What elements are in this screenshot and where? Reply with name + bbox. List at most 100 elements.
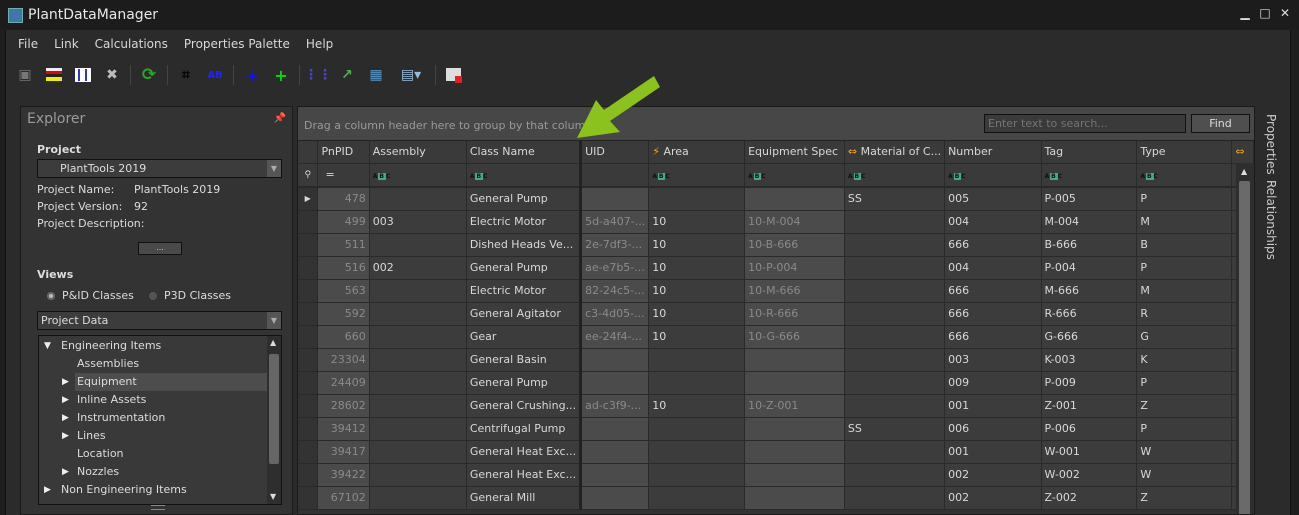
- table-cell[interactable]: P: [1136, 417, 1233, 441]
- import-icon[interactable]: ▦: [365, 65, 387, 85]
- menu-help[interactable]: Help: [298, 36, 341, 52]
- table-cell[interactable]: [844, 279, 946, 303]
- table-cell[interactable]: B-666: [1041, 233, 1138, 257]
- table-cell[interactable]: 563: [317, 279, 370, 303]
- table-cell[interactable]: G: [1136, 325, 1233, 349]
- more-button[interactable]: ...: [138, 242, 182, 255]
- table-cell[interactable]: Dished Heads Ve...: [466, 233, 582, 257]
- table-cell[interactable]: 28602: [317, 394, 370, 418]
- tree-item[interactable]: Assemblies: [75, 355, 267, 373]
- table-cell[interactable]: Z: [1136, 486, 1233, 510]
- close-button[interactable]: ✕: [1279, 7, 1291, 19]
- column-header[interactable]: Number: [944, 141, 1042, 164]
- row-indicator[interactable]: [298, 302, 319, 326]
- table-cell[interactable]: 666: [944, 279, 1042, 303]
- table-cell[interactable]: [844, 348, 946, 372]
- table-cell[interactable]: [648, 440, 746, 464]
- table-cell[interactable]: P: [1136, 187, 1233, 211]
- table-cell[interactable]: [369, 394, 467, 418]
- table-cell[interactable]: [579, 463, 650, 487]
- table-cell[interactable]: M-004: [1041, 210, 1138, 234]
- refresh-icon[interactable]: ⟳: [138, 65, 160, 85]
- table-cell[interactable]: M: [1136, 210, 1233, 234]
- table-row[interactable]: 39422 General Heat Exc... 002 W-002 W: [298, 463, 1254, 487]
- table-cell[interactable]: [369, 371, 467, 395]
- filter-cell[interactable]: ABC: [1041, 163, 1138, 188]
- resize-grip[interactable]: [151, 505, 165, 510]
- tree-item[interactable]: ▶ Non Engineering Items: [39, 481, 265, 499]
- table-cell[interactable]: 10: [648, 233, 746, 257]
- menu-properties-palette[interactable]: Properties Palette: [176, 36, 298, 52]
- find-button[interactable]: Find: [1191, 114, 1250, 133]
- table-cell[interactable]: Z-001: [1041, 394, 1138, 418]
- filter-cell[interactable]: ABC: [369, 163, 467, 188]
- table-cell[interactable]: 10-B-666: [744, 233, 845, 257]
- table-cell[interactable]: 39417: [317, 440, 370, 464]
- table-cell[interactable]: [369, 417, 467, 441]
- row-indicator[interactable]: [298, 371, 319, 395]
- color-rows-icon[interactable]: [43, 65, 65, 85]
- table-cell[interactable]: [369, 279, 467, 303]
- row-indicator[interactable]: [298, 440, 319, 464]
- table-cell[interactable]: K: [1136, 348, 1233, 372]
- row-indicator[interactable]: [298, 233, 319, 257]
- table-cell[interactable]: [844, 440, 946, 464]
- table-cell[interactable]: General Heat Exc...: [466, 440, 582, 464]
- tree-scrollbar[interactable]: ▲ ▼: [267, 336, 281, 504]
- table-cell[interactable]: 82-24c5-...: [579, 279, 650, 303]
- table-cell[interactable]: General Agitator: [466, 302, 582, 326]
- table-cell[interactable]: [844, 210, 946, 234]
- tree-item[interactable]: ▶ Instrumentation: [62, 409, 267, 427]
- table-cell[interactable]: W-002: [1041, 463, 1138, 487]
- table-cell[interactable]: 002: [944, 463, 1042, 487]
- maximize-button[interactable]: □: [1259, 7, 1271, 19]
- grid-scrollbar[interactable]: ▲: [1236, 163, 1254, 514]
- table-cell[interactable]: General Pump: [466, 371, 582, 395]
- menu-link[interactable]: Link: [46, 36, 87, 52]
- table-row[interactable]: 23304 General Basin 003 K-003 K: [298, 348, 1254, 372]
- find-replace-icon[interactable]: AB: [204, 65, 226, 85]
- table-cell[interactable]: 10: [648, 325, 746, 349]
- scroll-thumb[interactable]: [269, 354, 279, 464]
- table-row[interactable]: 67102 General Mill 002 Z-002 Z: [298, 486, 1254, 510]
- table-row[interactable]: 24409 General Pump 009 P-009 P: [298, 371, 1254, 395]
- table-cell[interactable]: [369, 187, 467, 211]
- table-cell[interactable]: 39412: [317, 417, 370, 441]
- tab-relationships[interactable]: Relationships: [1264, 180, 1278, 260]
- table-cell[interactable]: 003: [944, 348, 1042, 372]
- table-cell[interactable]: P-004: [1041, 256, 1138, 280]
- table-cell[interactable]: 666: [944, 233, 1042, 257]
- table-cell[interactable]: [844, 325, 946, 349]
- table-cell[interactable]: [369, 233, 467, 257]
- table-cell[interactable]: 10: [648, 279, 746, 303]
- table-cell[interactable]: General Heat Exc...: [466, 463, 582, 487]
- table-row[interactable]: ▶ 478 General Pump SS 005 P-005 P: [298, 187, 1254, 211]
- table-cell[interactable]: [648, 486, 746, 510]
- table-cell[interactable]: 004: [944, 256, 1042, 280]
- row-indicator[interactable]: [298, 486, 319, 510]
- table-cell[interactable]: 10: [648, 210, 746, 234]
- table-cell[interactable]: 001: [944, 440, 1042, 464]
- table-row[interactable]: 39412 Centrifugal Pump SS 006 P-006 P: [298, 417, 1254, 441]
- table-cell[interactable]: 592: [317, 302, 370, 326]
- table-cell[interactable]: 10: [648, 256, 746, 280]
- table-cell[interactable]: [369, 486, 467, 510]
- table-cell[interactable]: 006: [944, 417, 1042, 441]
- filter-cell[interactable]: ABC: [648, 163, 746, 188]
- table-cell[interactable]: P-005: [1041, 187, 1138, 211]
- save-icon[interactable]: ▣: [14, 65, 36, 85]
- minimize-button[interactable]: ▁: [1239, 7, 1251, 19]
- table-cell[interactable]: W-001: [1041, 440, 1138, 464]
- table-cell[interactable]: SS: [844, 187, 946, 211]
- table-cell[interactable]: [844, 463, 946, 487]
- table-cell[interactable]: ae-e7b5-...: [579, 256, 650, 280]
- table-cell[interactable]: [369, 325, 467, 349]
- table-row[interactable]: 39417 General Heat Exc... 001 W-001 W: [298, 440, 1254, 464]
- table-cell[interactable]: 39422: [317, 463, 370, 487]
- row-indicator[interactable]: [298, 417, 319, 441]
- row-indicator[interactable]: [298, 348, 319, 372]
- filter-cell[interactable]: =: [317, 163, 370, 188]
- table-cell[interactable]: 666: [944, 325, 1042, 349]
- column-header[interactable]: Equipment Spec: [744, 141, 845, 164]
- select-columns-icon[interactable]: ⋮⋮: [304, 65, 332, 85]
